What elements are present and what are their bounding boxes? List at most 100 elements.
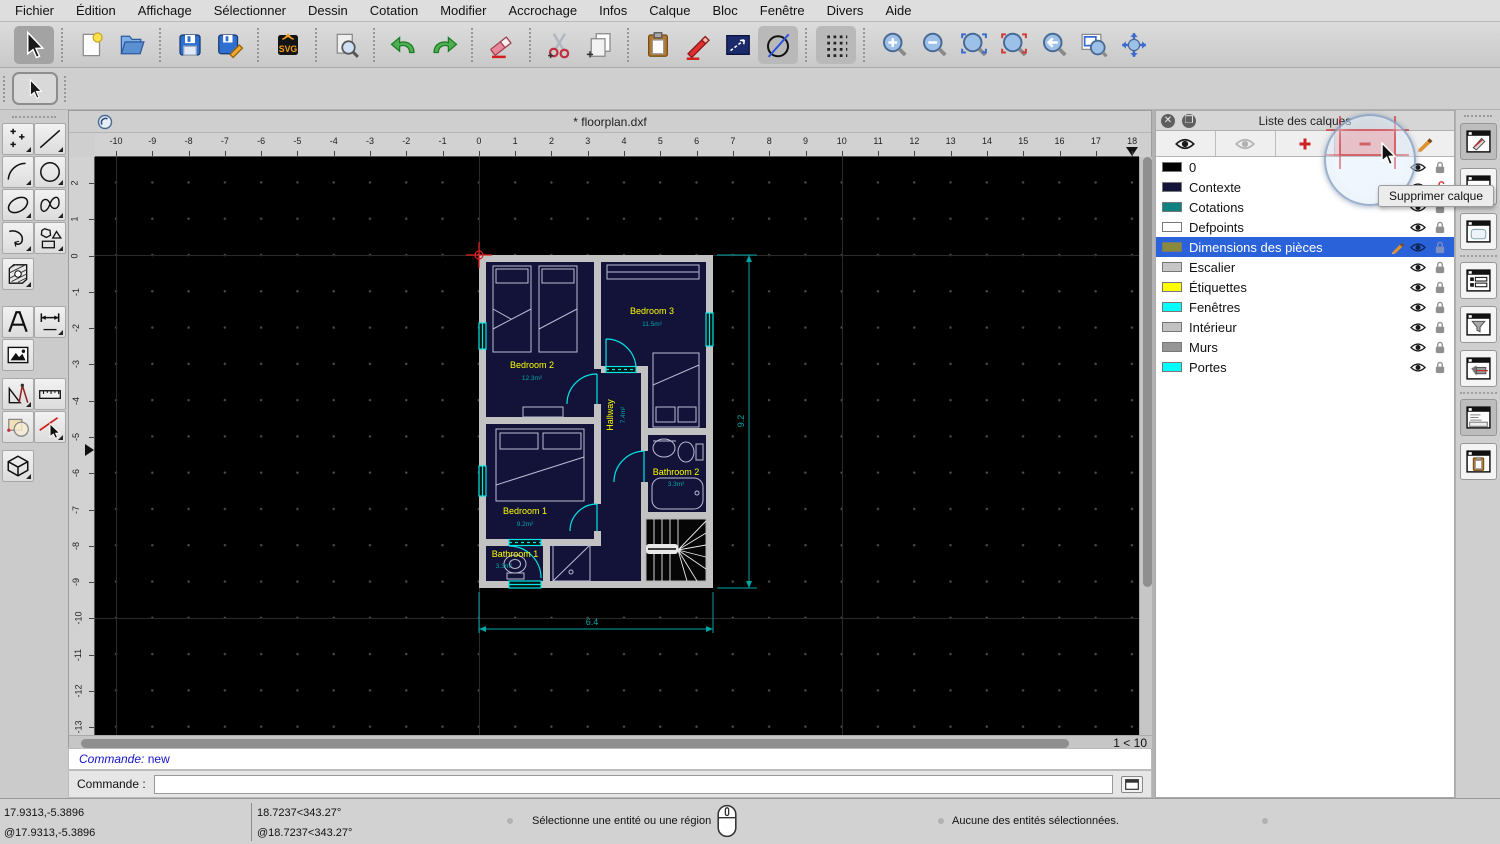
zoom-pan-button[interactable]: [1114, 26, 1154, 64]
line-tool-button[interactable]: [34, 123, 66, 155]
close-panel-button[interactable]: ✕: [1161, 114, 1175, 128]
menu-aide[interactable]: Aide: [885, 3, 911, 18]
line-attributes-button[interactable]: [718, 26, 758, 64]
layer-visibility-icon[interactable]: [1410, 241, 1426, 254]
horizontal-scrollbar-thumb[interactable]: [81, 738, 1069, 748]
layer-lock-icon[interactable]: [1432, 261, 1448, 274]
layer-row-fenetres[interactable]: Fenêtres: [1156, 297, 1454, 317]
dock-filter-panel-button[interactable]: [1460, 306, 1497, 343]
dimension-tool-button[interactable]: [34, 306, 66, 338]
vertical-scrollbar-thumb[interactable]: [1142, 157, 1152, 587]
layer-row-escalier[interactable]: Escalier: [1156, 257, 1454, 277]
show-all-layers-button[interactable]: [1156, 131, 1216, 156]
image-tool-button[interactable]: [2, 339, 34, 371]
layer-lock-icon[interactable]: [1432, 221, 1448, 234]
layer-visibility-icon[interactable]: [1410, 261, 1426, 274]
layer-visibility-icon[interactable]: [1410, 221, 1426, 234]
menu-cotation[interactable]: Cotation: [370, 3, 418, 18]
dock-drawing-pen-panel-button[interactable]: [1460, 123, 1497, 160]
polyline-tool-button[interactable]: [2, 222, 34, 254]
grid-toggle-button[interactable]: [816, 25, 856, 64]
menu-affichage[interactable]: Affichage: [138, 3, 192, 18]
layer-visibility-icon[interactable]: [1410, 281, 1426, 294]
layer-visibility-icon[interactable]: [1410, 361, 1426, 374]
text-tool-button[interactable]: [2, 306, 34, 338]
print-preview-button[interactable]: [326, 26, 366, 64]
layer-visibility-icon[interactable]: [1410, 321, 1426, 334]
menu-infos[interactable]: Infos: [599, 3, 627, 18]
command-dock-toggle-button[interactable]: [1121, 775, 1143, 793]
dock-block-list-panel-button[interactable]: [1460, 262, 1497, 299]
circle-tool-button[interactable]: [34, 156, 66, 188]
menu-dessin[interactable]: Dessin: [308, 3, 348, 18]
save-as-button[interactable]: [210, 26, 250, 64]
command-input[interactable]: [153, 774, 1113, 794]
points-tool-button[interactable]: [2, 123, 34, 155]
menu-divers[interactable]: Divers: [827, 3, 864, 18]
layer-row-dimensions-des-pieces[interactable]: Dimensions des pièces: [1156, 237, 1454, 257]
menu-fichier[interactable]: Fichier: [15, 3, 54, 18]
hatch-tool-button[interactable]: [2, 258, 34, 290]
layer-lock-icon[interactable]: [1432, 241, 1448, 254]
layer-lock-icon[interactable]: [1432, 161, 1448, 174]
menu-modifier[interactable]: Modifier: [440, 3, 486, 18]
redo-button[interactable]: [424, 26, 464, 64]
dock-dialog-panel-button[interactable]: [1460, 213, 1497, 250]
vertical-scrollbar[interactable]: [1139, 157, 1153, 735]
paste-button[interactable]: [638, 26, 678, 64]
pen-attributes-button[interactable]: [678, 26, 718, 64]
layer-lock-icon[interactable]: [1432, 361, 1448, 374]
hide-all-layers-button[interactable]: [1216, 131, 1276, 156]
zoom-previous-button[interactable]: [1034, 26, 1074, 64]
spline-tool-button[interactable]: [34, 189, 66, 221]
shapes-tool-button[interactable]: [34, 222, 66, 254]
layer-lock-icon[interactable]: [1432, 301, 1448, 314]
ellipse-tool-button[interactable]: [2, 189, 34, 221]
cut-button[interactable]: [540, 26, 580, 64]
layer-row-interieur[interactable]: Intérieur: [1156, 317, 1454, 337]
copy-button[interactable]: [580, 26, 620, 64]
layer-row-murs[interactable]: Murs: [1156, 337, 1454, 357]
open-file-button[interactable]: [112, 26, 152, 64]
zoom-auto-button[interactable]: [954, 26, 994, 64]
menu-fenetre[interactable]: Fenêtre: [760, 3, 805, 18]
zoom-window-button[interactable]: [1074, 26, 1114, 64]
modify-tool-button[interactable]: [2, 411, 34, 443]
menu-selectionner[interactable]: Sélectionner: [214, 3, 286, 18]
layer-row-defpoints[interactable]: Defpoints: [1156, 217, 1454, 237]
select-cursor-button[interactable]: [14, 25, 54, 64]
circle-attributes-button[interactable]: [758, 25, 798, 64]
menu-edition[interactable]: Édition: [76, 3, 116, 18]
menu-calque[interactable]: Calque: [649, 3, 690, 18]
arc-tool-button[interactable]: [2, 156, 34, 188]
dock-command-line-panel-button[interactable]: [1460, 399, 1497, 436]
menu-bloc[interactable]: Bloc: [712, 3, 737, 18]
new-document-button[interactable]: [72, 26, 112, 64]
measure-tool-button[interactable]: [2, 378, 34, 410]
document-title-bar[interactable]: * floorplan.dxf: [69, 111, 1151, 133]
layer-row-etiquettes[interactable]: Étiquettes: [1156, 277, 1454, 297]
zoom-out-button[interactable]: [914, 26, 954, 64]
drawing-canvas[interactable]: 9.2 6.4 Bedroom 3 11.5m² Bedroom 2 12.3m…: [95, 157, 1139, 735]
layer-row-portes[interactable]: Portes: [1156, 357, 1454, 377]
dock-explode-panel-button[interactable]: [1460, 350, 1497, 387]
layer-lock-icon[interactable]: [1432, 321, 1448, 334]
layer-edit-pen-icon[interactable]: [1390, 241, 1406, 254]
horizontal-scrollbar[interactable]: 1 < 10: [69, 735, 1153, 750]
undo-button[interactable]: [384, 26, 424, 64]
delete-button[interactable]: [482, 26, 522, 64]
zoom-in-button[interactable]: [874, 26, 914, 64]
zoom-select-button[interactable]: [994, 26, 1034, 64]
layer-lock-icon[interactable]: [1432, 341, 1448, 354]
save-button[interactable]: [170, 26, 210, 64]
select-entity-tool-button[interactable]: [34, 411, 66, 443]
layer-visibility-icon[interactable]: [1410, 301, 1426, 314]
export-svg-button[interactable]: SVG: [268, 26, 308, 64]
layer-visibility-icon[interactable]: [1410, 341, 1426, 354]
box-3d-tool-button[interactable]: [2, 450, 34, 482]
ruler-tool-button[interactable]: [34, 378, 66, 410]
float-panel-button[interactable]: ❐: [1182, 114, 1196, 128]
menu-accrochage[interactable]: Accrochage: [508, 3, 577, 18]
active-tool-select-button[interactable]: [12, 72, 58, 105]
layer-lock-icon[interactable]: [1432, 281, 1448, 294]
